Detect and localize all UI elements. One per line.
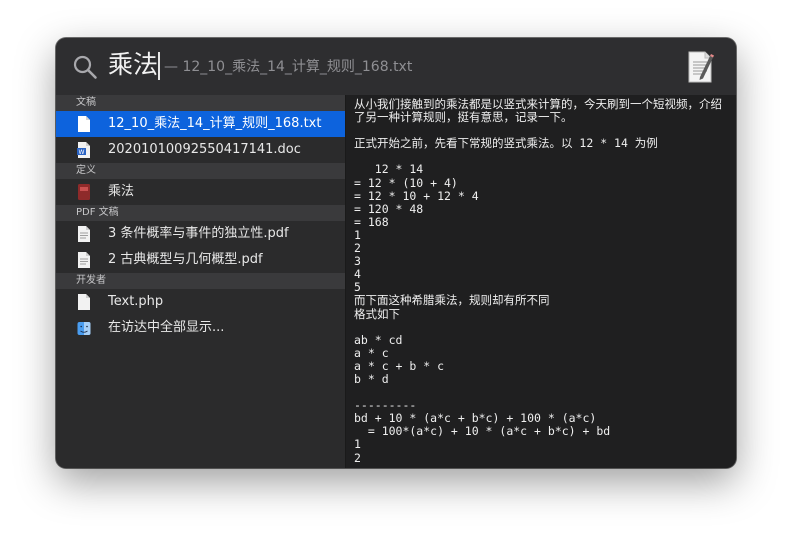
result-label: 在访达中全部显示...: [108, 320, 225, 335]
preview-text: 从小我们接触到的乘法都是以竖式来计算的，今天刷到一个短视频，介绍了另一种计算规则…: [354, 97, 730, 465]
search-input[interactable]: 乘法: [108, 48, 158, 82]
svg-text:W: W: [79, 149, 85, 156]
preview-line: a * c: [354, 345, 389, 360]
preview-line: = 168: [354, 214, 389, 229]
results-list: 文稿 12_10_乘法_14_计算_规则_168.txt W 202010100…: [56, 95, 346, 468]
text-file-icon: [78, 294, 90, 310]
text-caret: [158, 52, 160, 80]
search-suggestion: — 12_10_乘法_14_计算_规则_168.txt: [164, 59, 413, 75]
search-icon: [73, 55, 97, 79]
result-item[interactable]: 乘法: [56, 179, 345, 205]
result-label: 乘法: [108, 184, 135, 199]
preview-line: b * d: [354, 371, 389, 386]
word-doc-icon: W: [77, 142, 90, 158]
text-document-icon: [688, 51, 714, 83]
preview-line: = 120 * 48: [354, 201, 424, 216]
show-all-in-finder[interactable]: 在访达中全部显示...: [56, 315, 345, 341]
preview-line: 而下面这种希腊乘法，规则却有所不同: [354, 293, 550, 308]
result-item[interactable]: 2 古典概型与几何概型.pdf: [56, 247, 345, 273]
result-item[interactable]: 12_10_乘法_14_计算_规则_168.txt: [56, 111, 345, 137]
preview-line: a * c + b * c: [354, 358, 445, 373]
result-item[interactable]: W 20201010092550417141.doc: [56, 137, 345, 163]
preview-line: 格式如下: [354, 306, 400, 321]
result-item[interactable]: 3 条件概率与事件的独立性.pdf: [56, 221, 345, 247]
preview-line: [354, 321, 730, 334]
pdf-file-icon: [78, 252, 90, 268]
result-label: 20201010092550417141.doc: [108, 142, 301, 157]
result-label: 12_10_乘法_14_计算_规则_168.txt: [108, 116, 322, 131]
preview-pane[interactable]: 从小我们接触到的乘法都是以竖式来计算的，今天刷到一个短视频，介绍了另一种计算规则…: [346, 95, 736, 468]
spotlight-window: 乘法 — 12_10_乘法_14_计算_规则_168.txt 文稿 12_10_…: [56, 38, 736, 468]
preview-line: 1: [354, 437, 361, 452]
preview-line: = 12 * 10 + 12 * 4: [354, 188, 479, 203]
result-label: 2 古典概型与几何概型.pdf: [108, 252, 263, 267]
section-header-developer: 开发者: [56, 273, 345, 289]
preview-line: 2: [354, 450, 361, 465]
pdf-file-icon: [78, 226, 90, 242]
preview-line: 4: [354, 267, 361, 282]
preview-line: 2: [354, 241, 361, 256]
result-item[interactable]: Text.php: [56, 289, 345, 315]
section-header-documents: 文稿: [56, 95, 345, 111]
preview-line: 1: [354, 227, 361, 242]
dictionary-icon: [78, 184, 90, 200]
text-file-icon: [78, 116, 90, 132]
finder-icon: [77, 322, 91, 335]
result-label: 3 条件概率与事件的独立性.pdf: [108, 226, 289, 241]
preview-line: = 100*(a*c) + 10 * (a*c + b*c) + bd: [354, 424, 611, 439]
preview-line: 12 * 14: [354, 162, 424, 177]
section-header-definition: 定义: [56, 163, 345, 179]
result-label: Text.php: [108, 294, 164, 309]
preview-line: = 12 * (10 + 4): [354, 175, 458, 190]
search-bar[interactable]: 乘法 — 12_10_乘法_14_计算_规则_168.txt: [56, 38, 736, 96]
preview-line: 3: [354, 254, 361, 269]
preview-line: ab * cd: [354, 332, 403, 347]
section-header-pdf: PDF 文稿: [56, 205, 345, 221]
preview-line: 正式开始之前，先看下常规的竖式乘法。以 12 * 14 为例: [354, 136, 658, 151]
preview-line: 从小我们接触到的乘法都是以竖式来计算的，今天刷到一个短视频，介绍了另一种计算规则…: [354, 97, 722, 125]
